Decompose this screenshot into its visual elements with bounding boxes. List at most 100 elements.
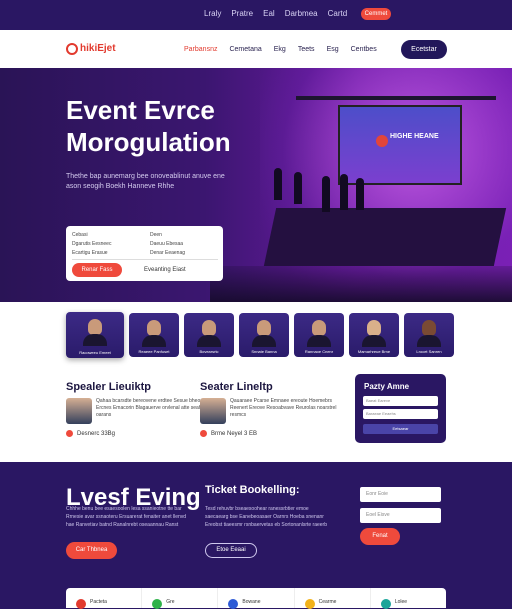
speaker-photo xyxy=(252,335,276,347)
top-link[interactable]: Pratre xyxy=(231,9,253,18)
location-icon xyxy=(200,430,207,437)
section-title: Ticket Bookelling: xyxy=(205,484,300,496)
performer xyxy=(322,176,330,212)
subscribe-input[interactable]: Eonr Eoie xyxy=(360,487,441,502)
booking-field-label: Cebasi xyxy=(72,232,88,238)
speaker-photo xyxy=(83,334,107,346)
nav-menu: Parbansnz Cemetana Ekg Teets Esg Centbes xyxy=(184,46,377,53)
partner-name: Cearme xyxy=(318,599,337,605)
booking-field[interactable]: Dgarutis Eesneec xyxy=(72,241,111,247)
booking-field[interactable]: Ecartigu Erasue xyxy=(72,250,108,256)
partner-name: Pacteta xyxy=(90,599,107,605)
partner-name: Lolee xyxy=(394,599,408,605)
speaker-name: Racoweeu Emeet xyxy=(79,350,111,355)
speaker-photo xyxy=(422,320,436,336)
booking-field-label: Deen xyxy=(150,232,162,238)
performer xyxy=(294,172,302,204)
section-text: Tesd rehuvbr bseaesoohear ranessrbtier e… xyxy=(205,506,328,528)
speaker-card[interactable]: Rannaoe Cnenr xyxy=(294,313,344,357)
hero-title: Event Evrce Morogulation xyxy=(66,95,231,157)
speaker-photo xyxy=(142,335,166,347)
lineup-meta: Brme Neyel 3 EB xyxy=(200,430,257,437)
lineup-meta-text: Brme Neyel 3 EB xyxy=(211,430,258,437)
speaker-card[interactable]: Reaeee Panfuset xyxy=(129,313,179,357)
partner-item[interactable]: Gre xyxy=(142,588,219,609)
location-icon xyxy=(66,430,73,437)
top-cta-button[interactable]: Cemmet xyxy=(361,8,391,20)
nav-item[interactable]: Teets xyxy=(298,46,315,53)
nav-cta-button[interactable]: Ecetstar xyxy=(401,40,447,59)
nav-item[interactable]: Ekg xyxy=(274,46,286,53)
section-text: Chhhe benu bee esaesoolen lesa ssanieotn… xyxy=(66,506,187,528)
top-link[interactable]: Lraly xyxy=(204,9,221,18)
booking-button[interactable]: Renar Fass xyxy=(72,263,122,277)
top-utility-bar: Lraly Pratre Eal Darbmea Cartd Cemmet xyxy=(0,0,512,30)
logo-icon[interactable] xyxy=(66,43,78,55)
avatar xyxy=(66,398,92,424)
nav-item[interactable]: Centbes xyxy=(351,46,377,53)
speaker-name: Snnate Banna xyxy=(251,349,277,354)
performer xyxy=(356,178,364,210)
speaker-card[interactable]: Bovearsrtc xyxy=(184,313,234,357)
speaker-card[interactable]: Mamarhreue Brne xyxy=(349,313,399,357)
speaker-name: Bovearsrtc xyxy=(199,349,219,354)
logo-text[interactable]: hikiEjet xyxy=(80,43,116,54)
partner-name: Gre xyxy=(166,599,175,605)
stage-floor xyxy=(263,208,507,266)
top-link[interactable]: Eal xyxy=(263,9,275,18)
speaker-photo xyxy=(197,335,221,347)
top-link[interactable]: Darbmea xyxy=(285,9,318,18)
speaker-photo xyxy=(417,335,441,347)
lineup-meta: Desnerc 33Bg xyxy=(66,430,115,437)
nav-item[interactable]: Esg xyxy=(327,46,339,53)
speaker-photo xyxy=(202,320,216,336)
speaker-card[interactable]: Lrocet Sanren xyxy=(404,313,454,357)
partner-name: Bowane xyxy=(242,599,261,605)
speaker-name: Rannaoe Cnenr xyxy=(304,349,334,354)
signup-form-card: Pazty Amne Baeat Eareve Baraeae Eeaehs E… xyxy=(355,374,446,443)
nav-item[interactable]: Parbansnz xyxy=(184,46,217,53)
subscribe-input[interactable]: Eoel Eisve xyxy=(360,508,441,523)
nav-item[interactable]: Cemetana xyxy=(229,46,261,53)
booking-field[interactable]: Daeuu Ebesaa xyxy=(150,241,183,247)
speaker-name: Mamarhreue Brne xyxy=(357,349,391,354)
partner-item[interactable]: Pacteta xyxy=(66,588,143,609)
lineup-meta-text: Desnerc 33Bg xyxy=(77,430,116,437)
subscribe-button[interactable]: Fenat xyxy=(360,528,400,545)
performer xyxy=(274,168,282,200)
speaker-photo xyxy=(307,335,331,347)
speaker-card[interactable]: Racoweeu Emeet xyxy=(66,312,124,358)
screen-logo-icon xyxy=(376,135,388,147)
tickets-button[interactable]: Etoe Eeaai xyxy=(205,543,257,558)
form-submit-button[interactable]: Eetsaear xyxy=(363,424,438,434)
events-button[interactable]: Car Thbnea xyxy=(66,542,117,559)
speaker-card[interactable]: Snnate Banna xyxy=(239,313,289,357)
partner-item[interactable]: Cearme xyxy=(295,588,371,609)
performer xyxy=(340,174,348,210)
stage-screen: HIGHE HEANE xyxy=(338,105,462,185)
speaker-photo xyxy=(257,320,271,336)
hero-section: HIGHE HEANE Event Evrce Morogulation The… xyxy=(0,68,512,302)
avatar xyxy=(200,398,226,424)
lineup-entry: Qahaa bcarsdte bereovene erdtee Sesue bh… xyxy=(66,398,216,424)
speaker-cards: Racoweeu Emeet Reaeee Panfuset Bovearsrt… xyxy=(66,312,454,359)
partner-item[interactable]: Bowane xyxy=(218,588,295,609)
booking-field[interactable]: Denar Eeaenag xyxy=(150,250,185,256)
stage-truss xyxy=(296,96,496,100)
form-input[interactable]: Baeat Eareve xyxy=(363,396,438,406)
speaker-photo xyxy=(367,320,381,336)
card-divider xyxy=(72,259,218,260)
main-navbar: hikiEjet Parbansnz Cemetana Ekg Teets Es… xyxy=(0,30,512,68)
lineup-entry: Qauaraee Pcarse Emnaee ereoute Hoemebrs … xyxy=(200,398,350,424)
booking-link[interactable]: Eveanting Eiast xyxy=(144,267,186,273)
lineup-title: Seater Lineltp xyxy=(200,381,273,393)
speaker-photo xyxy=(147,320,161,336)
partners-strip: Pacteta Gre Bowane Cearme Lolee xyxy=(66,588,446,609)
speaker-name: Lrocet Sanren xyxy=(416,349,442,354)
form-title: Pazty Amne xyxy=(364,382,410,391)
partner-item[interactable]: Lolee xyxy=(371,588,446,609)
top-link[interactable]: Cartd xyxy=(328,9,348,18)
audience-silhouette xyxy=(210,266,512,302)
form-input[interactable]: Baraeae Eeaehs xyxy=(363,409,438,419)
speaker-name: Reaeee Panfuset xyxy=(138,349,170,354)
